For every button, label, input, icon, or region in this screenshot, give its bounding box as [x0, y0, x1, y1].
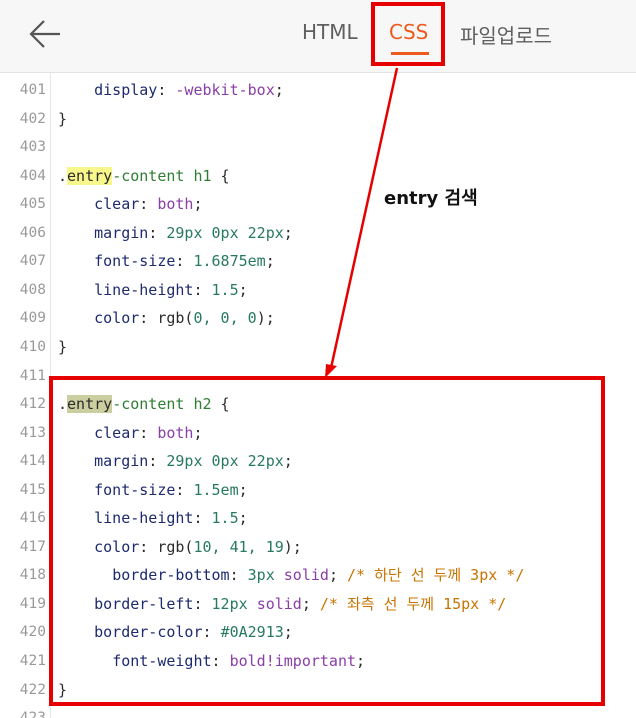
code-token: : — [193, 280, 212, 299]
search-note-text: entry 검색 — [384, 188, 478, 209]
code-line: 409 color: rgb(0, 0, 0); — [0, 304, 636, 332]
line-number: 403 — [19, 139, 46, 156]
line-number: 420 — [19, 624, 46, 641]
arrow-left-icon — [29, 20, 60, 48]
code-token: 0, 0, 0 — [193, 309, 257, 328]
line-number: 416 — [19, 510, 46, 527]
line-number: 419 — [19, 595, 46, 612]
code-text: font-size: 1.6875em; — [58, 247, 275, 275]
line-number: 415 — [19, 481, 46, 498]
line-number: 406 — [19, 224, 46, 241]
code-text: display: -webkit-box; — [58, 76, 284, 104]
line-number: 407 — [19, 253, 46, 270]
code-token: ; — [193, 195, 203, 214]
line-number: 422 — [19, 681, 46, 698]
code-token: line-height — [94, 280, 194, 299]
code-token: : — [139, 195, 158, 214]
line-number: 412 — [19, 396, 46, 413]
code-token: } — [58, 109, 68, 128]
code-text: .entry-content h1 { — [58, 162, 230, 190]
code-token: ; — [274, 81, 284, 99]
code-text: } — [58, 105, 67, 133]
code-token: 1.5 — [211, 280, 239, 299]
line-number: 404 — [19, 167, 46, 184]
code-token: ; — [265, 252, 275, 271]
line-number: 408 — [19, 281, 46, 298]
line-number: 421 — [19, 653, 46, 669]
code-line: 407 font-size: 1.6875em; — [0, 247, 636, 275]
code-token: both — [157, 195, 194, 214]
code-line: 401 display: -webkit-box; — [0, 76, 636, 104]
code-token: ; — [238, 280, 248, 299]
code-token: } — [58, 337, 68, 356]
line-number: 413 — [19, 424, 46, 441]
line-number: 423 — [0, 704, 46, 718]
top-navigation-bar: HTML CSS 파일업로드 — [0, 0, 636, 73]
code-token: display — [94, 81, 158, 99]
code-token: color — [94, 309, 140, 328]
code-block-highlight-box — [49, 376, 605, 706]
code-text: } — [58, 333, 67, 361]
code-token: clear — [94, 195, 140, 214]
css-tab-highlight-box — [371, 2, 445, 66]
code-token: font-size — [94, 252, 176, 271]
tab-html[interactable]: HTML — [302, 20, 358, 44]
code-token: 1.6875em — [193, 252, 266, 271]
back-button[interactable] — [26, 16, 66, 52]
search-note: entry 검색 — [370, 168, 546, 230]
code-token: . — [58, 166, 68, 185]
code-token: ); — [256, 309, 275, 328]
code-token: ; — [283, 223, 293, 242]
code-token: 29px 0px 22px — [166, 223, 284, 242]
code-token: -webkit-box — [175, 81, 275, 99]
code-token: : — [148, 223, 167, 242]
code-text: line-height: 1.5; — [58, 276, 248, 304]
code-line: 408 line-height: 1.5; — [0, 276, 636, 304]
code-token: margin — [94, 223, 149, 242]
line-number: 401 — [19, 82, 46, 98]
code-text: clear: both; — [58, 190, 203, 218]
code-text: color: rgb(0, 0, 0); — [58, 304, 275, 332]
line-number: 402 — [19, 110, 46, 127]
code-token: : rgb( — [139, 309, 194, 328]
line-number: 417 — [19, 538, 46, 555]
code-line: 403 — [0, 133, 636, 161]
line-number: 414 — [19, 453, 46, 470]
line-number: 410 — [19, 338, 46, 355]
code-token: -content h1 — [112, 166, 212, 185]
code-line: 402} — [0, 105, 636, 133]
code-line: 410} — [0, 333, 636, 361]
line-number: 405 — [19, 196, 46, 213]
code-token: : — [157, 81, 176, 99]
tab-file-upload[interactable]: 파일업로드 — [460, 20, 552, 49]
code-token: entry — [67, 166, 113, 185]
line-number: 411 — [19, 367, 46, 384]
line-number: 418 — [19, 567, 46, 584]
line-number: 409 — [19, 310, 46, 327]
code-text: margin: 29px 0px 22px; — [58, 219, 293, 247]
code-token: { — [211, 166, 230, 185]
code-token: : — [175, 252, 194, 271]
code-line: 423 — [0, 704, 636, 718]
